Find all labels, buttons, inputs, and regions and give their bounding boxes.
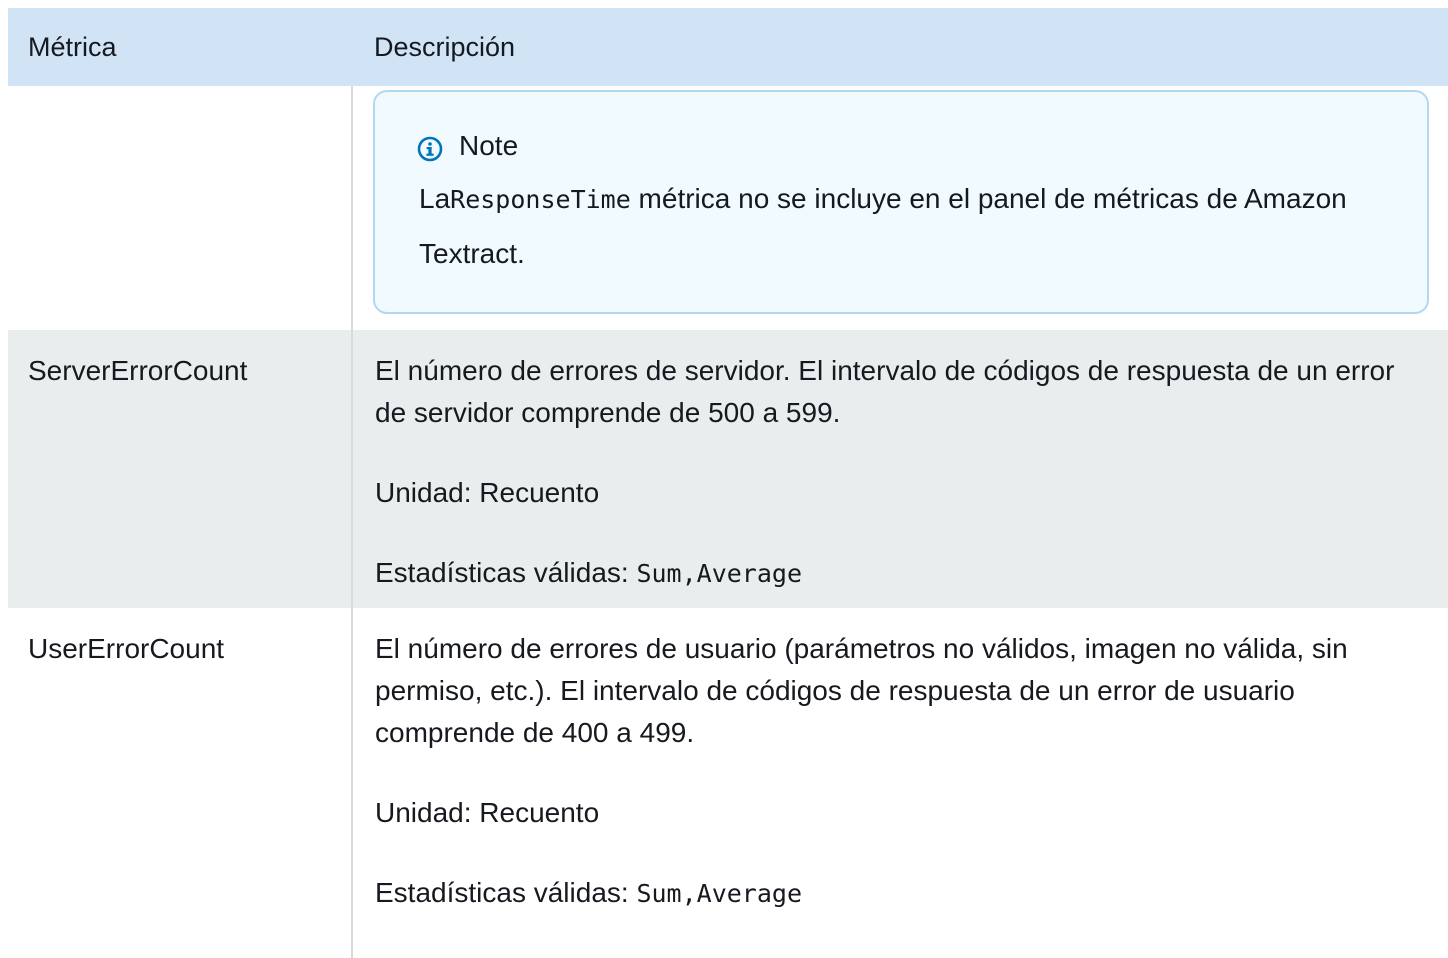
statistics-label: Estadísticas válidas:: [375, 557, 637, 588]
table-header-row: Métrica Descripción: [8, 8, 1448, 86]
metric-statistics: Estadísticas válidas: Sum,Average: [375, 872, 1428, 915]
note-heading: Note: [417, 126, 1397, 166]
metric-unit: Unidad: Recuento: [375, 477, 600, 508]
metric-description: El número de errores de usuario (parámet…: [375, 633, 1348, 748]
info-icon: [417, 133, 443, 162]
metric-cell-empty: [8, 86, 353, 330]
metric-statistics: Estadísticas válidas: Sum,Average: [375, 552, 1428, 595]
note-title: Note: [459, 130, 519, 161]
note-prefix: La: [419, 183, 451, 214]
table-row: UserErrorCount El número de errores de u…: [8, 608, 1448, 958]
metric-description: El número de errores de servidor. El int…: [375, 355, 1395, 428]
column-header-metric: Métrica: [8, 8, 352, 86]
statistics-values: Sum,Average: [636, 879, 803, 908]
note-callout: Note LaResponseTime métrica no se incluy…: [373, 90, 1429, 314]
description-cell: El número de errores de usuario (parámet…: [352, 608, 1448, 958]
statistics-label: Estadísticas válidas:: [375, 877, 637, 908]
description-cell: El número de errores de servidor. El int…: [352, 330, 1448, 608]
metric-name: UserErrorCount: [8, 608, 353, 958]
note-body: LaResponseTime métrica no se incluye en …: [419, 172, 1397, 281]
metric-name: ServerErrorCount: [8, 330, 353, 608]
metric-unit: Unidad: Recuento: [375, 797, 600, 828]
column-header-description: Descripción: [352, 8, 1448, 86]
table-row: ServerErrorCount El número de errores de…: [8, 330, 1448, 608]
table-row: Note LaResponseTime métrica no se incluy…: [8, 86, 1448, 330]
metrics-table: Métrica Descripción Note LaResponseTime …: [8, 8, 1448, 958]
note-code-responsetime: ResponseTime: [450, 185, 631, 214]
description-cell: Note LaResponseTime métrica no se incluy…: [352, 86, 1448, 330]
statistics-values: Sum,Average: [636, 559, 803, 588]
